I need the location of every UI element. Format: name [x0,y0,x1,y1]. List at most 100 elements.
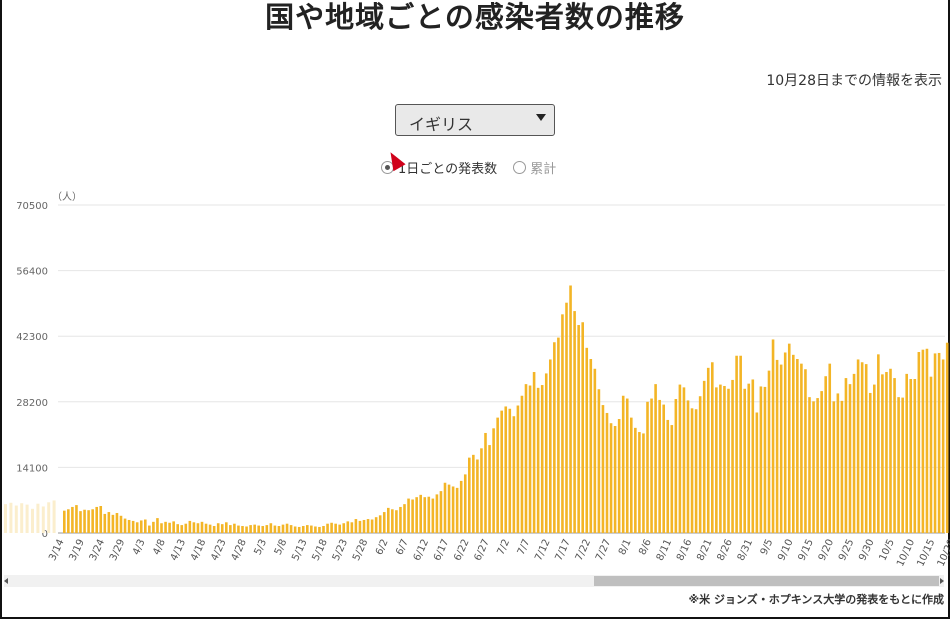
bar [625,398,629,533]
bar [698,396,702,533]
bar [852,373,856,533]
bar [549,359,552,533]
bar [893,378,896,533]
bar [885,372,888,533]
bar [889,368,892,533]
bar [792,354,795,533]
bar [581,322,584,533]
bar [706,367,710,533]
radio-cumulative[interactable]: 累計 [513,158,556,177]
bar [435,494,439,533]
bar [638,432,641,533]
x-tick-label: 8/16 [675,538,694,563]
bar [516,405,520,533]
bar [727,388,730,533]
bar [662,404,665,533]
bar [723,385,726,533]
bar [107,512,111,533]
bar [168,522,171,533]
bar [233,523,236,533]
bar [395,510,398,533]
bar [415,497,418,533]
bar [544,373,548,533]
faded-bar [52,500,56,533]
bar [370,519,374,533]
bar [536,387,540,533]
bar [719,384,722,533]
bar [459,480,463,533]
bar [431,498,435,533]
bar [561,314,564,533]
x-tick-label: 9/30 [857,538,876,563]
x-tick-label: 5/8 [273,538,290,557]
bar [735,355,738,533]
x-tick-label: 4/18 [189,538,208,563]
bar [285,523,289,533]
x-tick-label: 10/20 [936,538,950,569]
scroll-right-icon[interactable] [940,578,944,584]
y-tick-label: 28200 [16,398,48,409]
horizontal-scrollbar[interactable] [4,575,944,587]
bar [840,400,844,533]
scrollbar-thumb[interactable] [594,576,939,586]
bar [419,494,422,533]
bar [439,491,443,533]
bar [617,419,621,533]
radio-cumulative-circle[interactable] [513,161,527,174]
bar [342,523,346,533]
country-select[interactable]: イギリス [395,104,555,136]
faded-bar [31,508,34,533]
bar [937,352,941,533]
bar [763,386,767,533]
x-tick-label: 9/25 [837,538,856,563]
bar [164,521,167,533]
x-tick-label: 4/13 [169,538,188,563]
bar [334,523,337,533]
bar [289,525,293,533]
x-tick-label: 6/17 [432,538,451,563]
x-tick-label: 10/15 [915,538,937,569]
scroll-left-icon[interactable] [4,578,8,584]
bar [63,510,66,533]
bar [423,497,427,533]
bar [354,519,358,533]
x-tick-label: 3/29 [108,538,127,563]
bar [492,428,495,533]
bar [860,362,864,533]
bar [630,417,633,533]
x-tick-label: 5/18 [311,538,330,563]
bar [269,523,273,533]
bar [476,459,479,533]
x-tick-label: 10/5 [878,538,897,563]
bar [297,526,301,533]
bar [739,355,742,533]
bar [528,385,532,533]
bar [119,515,123,533]
bar [520,395,524,533]
bar [820,391,823,533]
bar [403,504,406,533]
x-tick-label: 5/28 [351,538,370,563]
bar [192,522,196,533]
bar [281,524,285,533]
daily-cases-bar-chart: 01410028200423005640070500（人）3/14 3/19 3/2… [4,191,950,569]
bar [779,364,783,533]
bar [658,399,661,533]
radio-cumulative-label: 累計 [530,162,557,177]
bar [702,380,706,533]
bar [800,363,803,533]
bar [115,512,119,533]
bar [241,526,244,533]
faded-bar [20,503,24,533]
x-tick-label: 6/27 [473,538,492,563]
bar [540,385,544,533]
bar [674,399,678,533]
bar [909,379,913,533]
bar [836,393,840,533]
bar [196,523,200,533]
faded-bar [47,502,51,533]
bar [111,514,115,533]
bar [690,408,694,533]
x-tick-label: 7/27 [594,538,613,563]
bar [783,352,787,533]
